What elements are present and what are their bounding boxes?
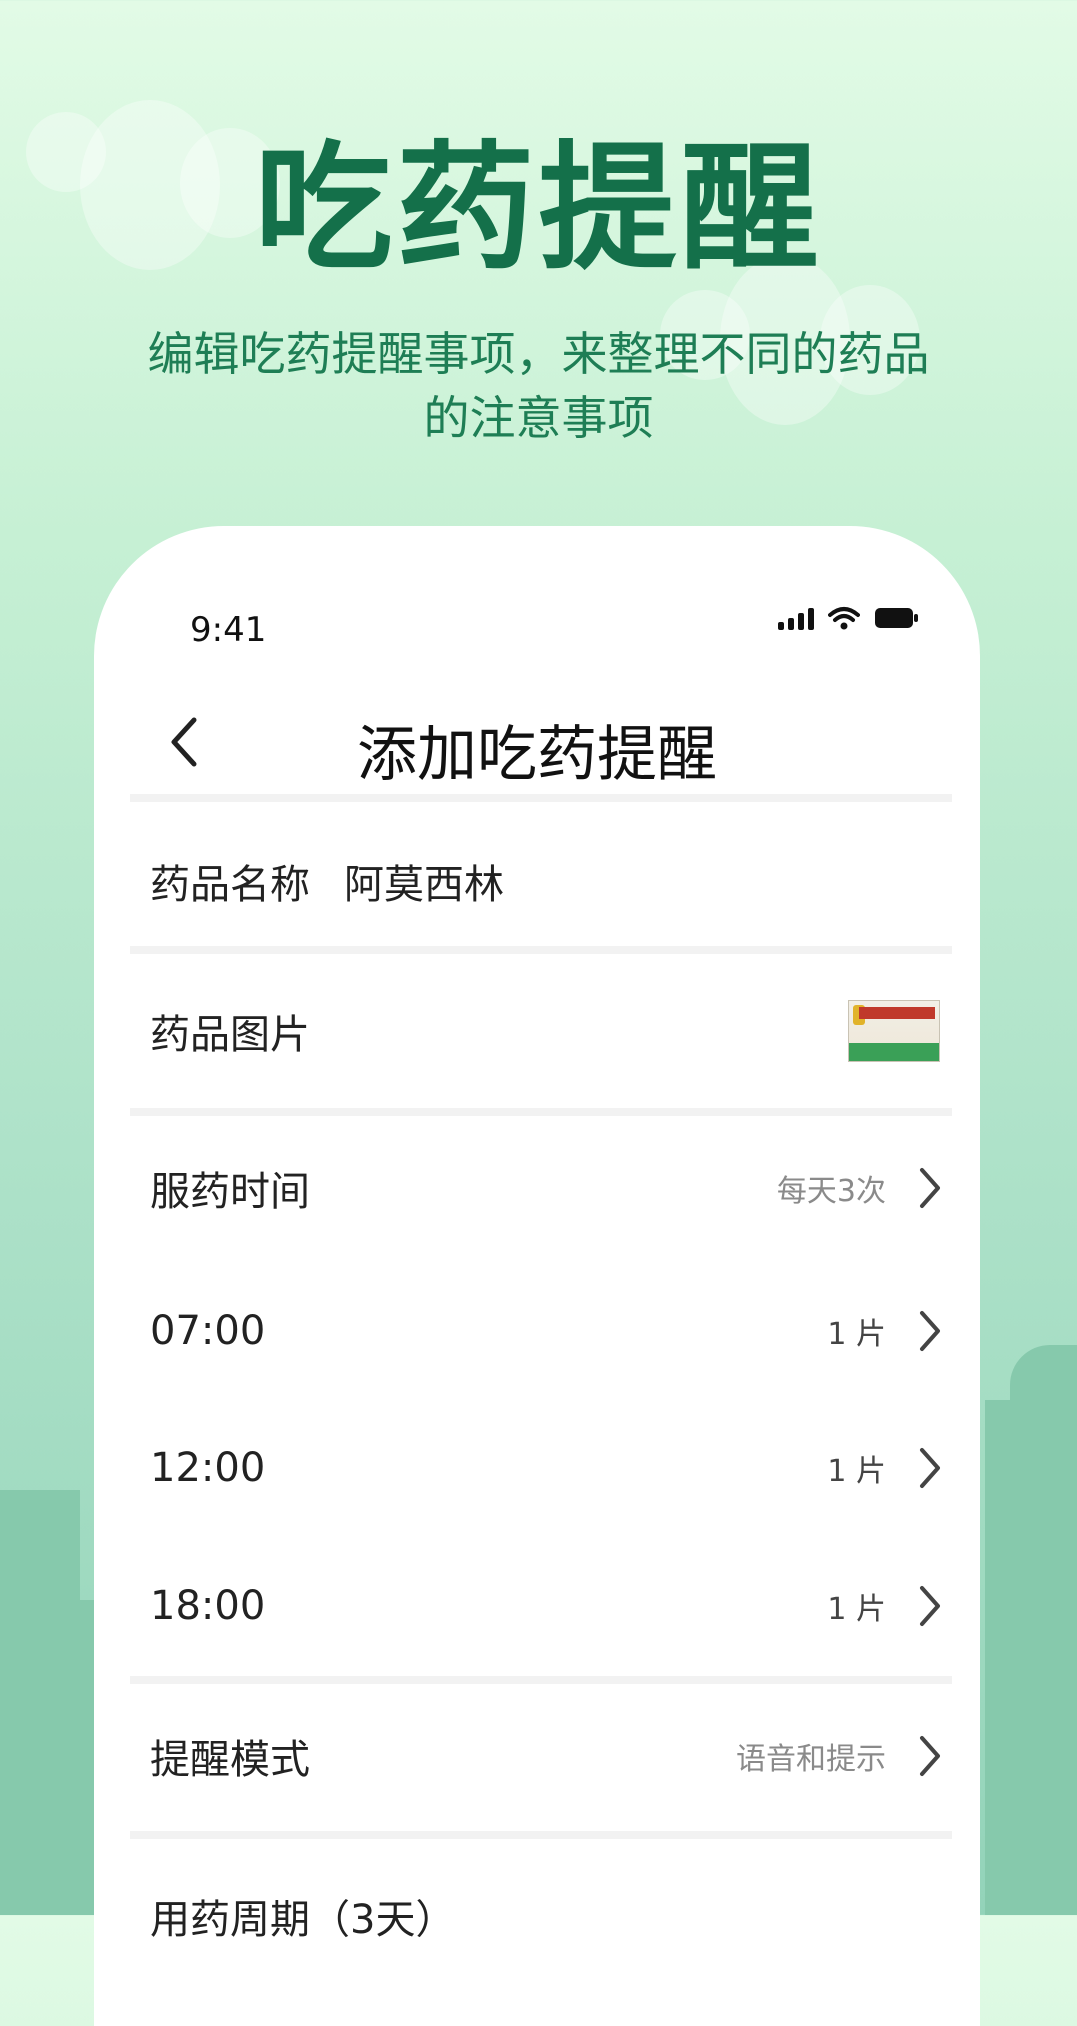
skyline-right-dome — [1010, 1345, 1077, 1415]
dose-time: 12:00 — [150, 1445, 266, 1491]
signal-icon — [778, 608, 814, 630]
dose-row[interactable]: 07:00 1 片 — [130, 1281, 952, 1381]
status-icons — [778, 606, 920, 630]
dose-amount: 1 片 — [827, 1317, 886, 1352]
chevron-right-icon — [920, 1168, 940, 1208]
remind-mode-value: 语音和提示 — [736, 1742, 886, 1777]
dose-time: 07:00 — [150, 1308, 266, 1354]
drug-image-label: 药品图片 — [150, 1012, 310, 1058]
dose-row[interactable]: 12:00 1 片 — [130, 1418, 952, 1518]
drug-name-row[interactable]: 药品名称 阿莫西林 — [130, 836, 952, 926]
promo-subtitle-line2: 的注意事项 — [423, 391, 654, 445]
nav-bar: 添加吃药提醒 — [94, 686, 980, 796]
divider — [130, 794, 952, 802]
cycle-label: 用药周期（3天） — [150, 1897, 456, 1943]
status-time: 9:41 — [190, 610, 267, 650]
remind-mode-label: 提醒模式 — [150, 1737, 310, 1783]
divider — [130, 1831, 952, 1839]
dose-time-label: 服药时间 — [150, 1169, 310, 1215]
drug-image-thumbnail[interactable] — [848, 1000, 940, 1062]
promo-subtitle: 编辑吃药提醒事项，来整理不同的药品 的注意事项 — [110, 322, 967, 450]
wifi-icon — [828, 607, 860, 630]
drug-name-value: 阿莫西林 — [344, 862, 504, 908]
chevron-right-icon — [920, 1736, 940, 1776]
divider — [130, 946, 952, 954]
cycle-row[interactable]: 用药周期（3天） — [130, 1871, 952, 1961]
dose-amount: 1 片 — [827, 1592, 886, 1627]
chevron-right-icon — [920, 1586, 940, 1626]
phone-mockup: 9:41 添加吃药提醒 药品名称 阿莫西林 药品图片 服药时间 每天3次 07:… — [94, 526, 980, 2026]
dose-time: 18:00 — [150, 1583, 266, 1629]
skyline-left — [0, 1490, 80, 1915]
dose-row[interactable]: 18:00 1 片 — [130, 1556, 952, 1656]
divider — [130, 1676, 952, 1684]
promo-subtitle-line1: 编辑吃药提醒事项，来整理不同的药品 — [147, 327, 930, 381]
battery-icon — [875, 608, 918, 628]
page-title: 添加吃药提醒 — [357, 720, 717, 790]
chevron-right-icon — [920, 1311, 940, 1351]
promo-headline: 吃药提醒 — [254, 128, 823, 289]
dose-time-value: 每天3次 — [776, 1174, 886, 1209]
skyline-right — [985, 1400, 1077, 1915]
dose-time-row[interactable]: 服药时间 每天3次 — [130, 1138, 952, 1238]
drug-image-row[interactable]: 药品图片 — [130, 981, 952, 1081]
chevron-right-icon — [920, 1448, 940, 1488]
remind-mode-row[interactable]: 提醒模式 语音和提示 — [130, 1706, 952, 1806]
dose-amount: 1 片 — [827, 1454, 886, 1489]
divider — [130, 1108, 952, 1116]
drug-name-label: 药品名称 — [150, 862, 310, 908]
